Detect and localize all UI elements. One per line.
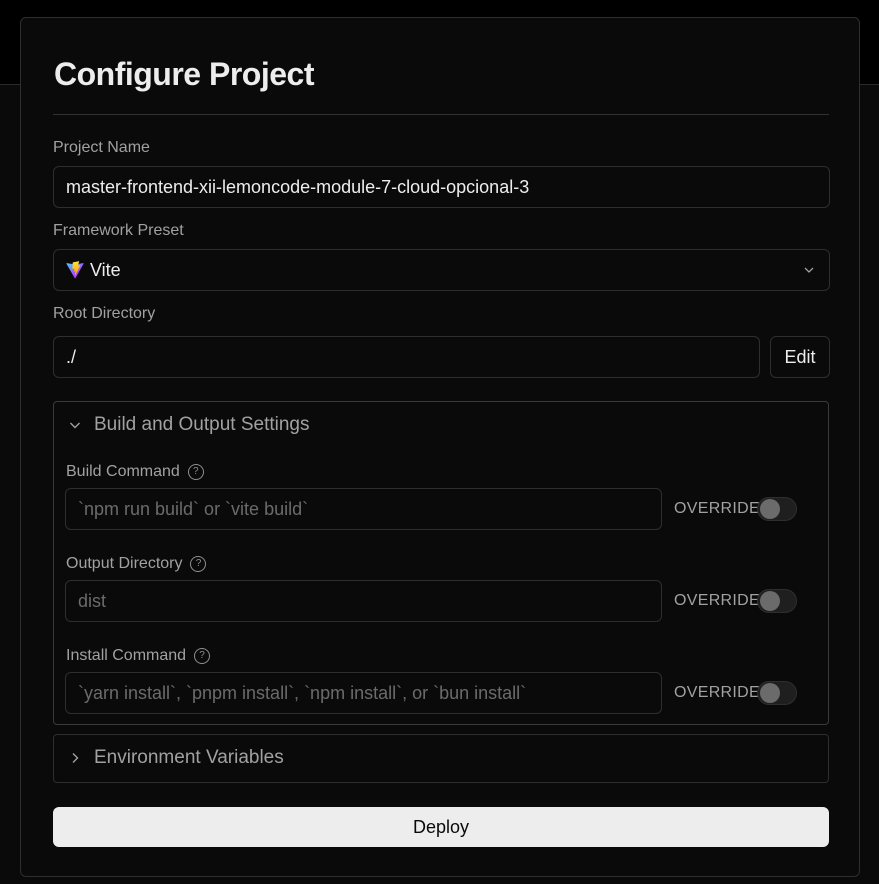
build-command-label: Build Command? [66, 463, 204, 481]
build-command-override-toggle[interactable] [757, 497, 797, 521]
chevron-down-icon [804, 267, 814, 273]
toggle-knob [760, 499, 780, 519]
output-directory-label-text: Output Directory [66, 555, 183, 572]
install-command-input[interactable] [78, 682, 661, 704]
chevron-down-icon [70, 422, 80, 429]
framework-preset-label: Framework Preset [53, 222, 184, 239]
environment-variables-title: Environment Variables [94, 747, 284, 768]
root-directory-field: ./ [53, 336, 760, 378]
environment-variables-toggle[interactable]: Environment Variables [68, 747, 284, 769]
output-directory-override-label: OVERRIDE [674, 592, 760, 609]
title-divider [53, 114, 829, 115]
build-output-settings-toggle[interactable]: Build and Output Settings [68, 414, 309, 436]
install-command-override-label: OVERRIDE [674, 684, 760, 701]
environment-variables-section[interactable]: Environment Variables [53, 734, 829, 783]
edit-root-directory-button[interactable]: Edit [770, 336, 830, 378]
page-title: Configure Project [54, 56, 314, 92]
root-directory-label: Root Directory [53, 305, 156, 322]
output-directory-override-toggle[interactable] [757, 589, 797, 613]
framework-preset-select[interactable]: Vite [53, 249, 830, 291]
chevron-right-icon [72, 753, 79, 763]
install-command-label: Install Command? [66, 647, 211, 665]
toggle-knob [760, 591, 780, 611]
help-icon[interactable]: ? [187, 463, 204, 480]
build-command-override-label: OVERRIDE [674, 500, 760, 517]
configure-project-card: Configure Project Project Name Framework… [20, 17, 860, 877]
output-directory-field[interactable] [65, 580, 662, 622]
build-command-input[interactable] [78, 498, 661, 520]
install-command-field[interactable] [65, 672, 662, 714]
project-name-field[interactable] [53, 166, 830, 208]
help-icon[interactable]: ? [194, 647, 211, 664]
output-directory-input[interactable] [78, 590, 661, 612]
root-directory-value: ./ [66, 346, 77, 367]
build-command-label-text: Build Command [66, 463, 180, 480]
framework-preset-value: Vite [90, 259, 121, 280]
install-command-override-toggle[interactable] [757, 681, 797, 705]
output-directory-label: Output Directory? [66, 555, 207, 573]
deploy-button[interactable]: Deploy [53, 807, 829, 847]
project-name-label: Project Name [53, 139, 150, 156]
build-output-settings-section: Build and Output Settings Build Command?… [53, 401, 829, 725]
project-name-input[interactable] [66, 176, 829, 198]
vite-logo-icon [66, 261, 84, 279]
install-command-label-text: Install Command [66, 647, 187, 664]
build-command-field[interactable] [65, 488, 662, 530]
build-output-settings-title: Build and Output Settings [94, 414, 310, 435]
toggle-knob [760, 683, 780, 703]
help-icon[interactable]: ? [190, 555, 207, 572]
